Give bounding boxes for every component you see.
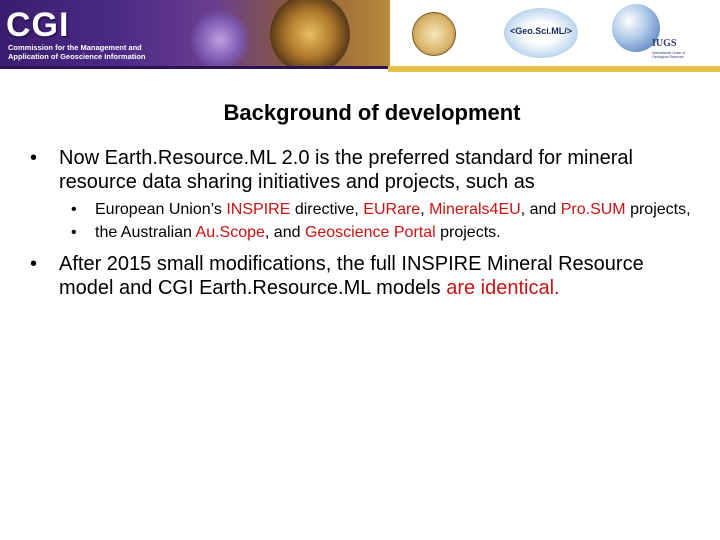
bullet-text: the Australian bbox=[95, 224, 196, 241]
sub-bullet-item: • the Australian Au.Scope, and Geoscienc… bbox=[28, 223, 700, 242]
highlight-minerals4eu: Minerals4EU bbox=[429, 201, 521, 218]
bullet-text: projects, bbox=[625, 201, 691, 218]
bullet-text: European Union’s bbox=[95, 201, 227, 218]
iugs-subtitle: International Union of Geological Scienc… bbox=[652, 51, 686, 59]
slide-title: Background of development bbox=[223, 100, 521, 125]
highlight-prosum: Pro.SUM bbox=[560, 201, 626, 218]
bullet-text: , and bbox=[264, 224, 305, 241]
bullet-text: , and bbox=[520, 201, 561, 218]
bullet-item: • After 2015 small modifications, the fu… bbox=[28, 252, 700, 300]
highlight-are-identical: are identical. bbox=[446, 277, 560, 299]
cgi-logo: CGI bbox=[6, 6, 70, 44]
gear-decoration-icon bbox=[270, 0, 350, 68]
iugs-logo-text: IUGS bbox=[652, 38, 677, 49]
slide-body: • Now Earth.Resource.ML 2.0 is the prefe… bbox=[28, 146, 700, 306]
cgi-banner-image: CGI Commission for the Management and Ap… bbox=[0, 0, 390, 68]
bullet-text: directive, bbox=[290, 201, 364, 218]
header-banner: CGI Commission for the Management and Ap… bbox=[0, 0, 720, 72]
bullet-item: • Now Earth.Resource.ML 2.0 is the prefe… bbox=[28, 146, 700, 194]
geosciml-logo-text: <Geo.Sci.ML/> bbox=[509, 26, 573, 36]
cgi-subtitle: Commission for the Management and Applic… bbox=[8, 43, 146, 61]
bullet-text: projects. bbox=[435, 224, 501, 241]
highlight-eurare: EURare bbox=[363, 201, 421, 218]
highlight-inspire: INSPIRE bbox=[226, 201, 291, 218]
bullet-text: , bbox=[420, 201, 430, 218]
seal-logo-icon bbox=[412, 12, 456, 56]
bullet-icon: • bbox=[71, 224, 77, 241]
bullet-icon: • bbox=[30, 147, 38, 169]
highlight-auscope: Au.Scope bbox=[195, 224, 265, 241]
crystal-decoration-icon bbox=[190, 10, 250, 68]
banner-divider bbox=[0, 66, 390, 69]
highlight-geoscience-portal: Geoscience Portal bbox=[304, 224, 436, 241]
bullet-icon: • bbox=[30, 253, 38, 275]
bullet-text: Now Earth.Resource.ML 2.0 is the preferr… bbox=[59, 147, 633, 193]
banner-gold-stripe bbox=[388, 66, 720, 72]
sub-bullet-item: • European Union’s INSPIRE directive, EU… bbox=[28, 200, 700, 219]
bullet-icon: • bbox=[71, 201, 77, 218]
